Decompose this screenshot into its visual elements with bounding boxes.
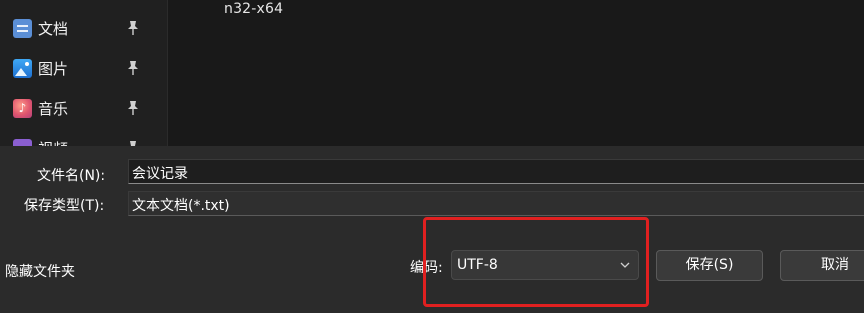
filename-label: 文件名(N): [37,168,106,184]
filetype-label: 保存类型(T): [24,198,105,214]
navigation-pane: 文档 图片 ♪ 音乐 视频 [0,0,168,158]
cancel-button[interactable]: 取消 [780,250,864,281]
music-icon: ♪ [13,99,32,118]
save-button[interactable]: 保存(S) [656,250,763,281]
nav-item-pictures[interactable]: 图片 [0,50,160,86]
nav-item-music[interactable]: ♪ 音乐 [0,90,160,126]
encoding-value: UTF-8 [457,257,498,273]
filename-input[interactable]: 会议记录 [128,159,864,184]
save-as-dialog: 文档 图片 ♪ 音乐 视频 [0,0,864,313]
pictures-icon [13,59,32,78]
nav-item-label: 图片 [38,60,69,78]
filetype-select[interactable]: 文本文档(*.txt) [128,191,864,216]
pin-icon[interactable] [126,60,140,76]
nav-item-label: 文档 [38,20,69,38]
documents-icon [13,19,32,38]
file-list-item[interactable]: n32-x64 [224,1,283,17]
pin-icon[interactable] [126,100,140,116]
hide-folders-toggle[interactable]: 隐藏文件夹 [5,261,75,281]
chevron-down-icon [620,262,630,268]
nav-item-label: 音乐 [38,100,69,118]
encoding-select[interactable]: UTF-8 [451,250,639,280]
encoding-label: 编码: [410,260,443,276]
save-panel: 文件名(N): 会议记录 保存类型(T): 文本文档(*.txt) 隐藏文件夹 … [0,146,864,313]
pin-icon[interactable] [126,20,140,36]
file-list[interactable]: n32-x64 [168,0,864,146]
nav-item-documents[interactable]: 文档 [0,10,160,46]
